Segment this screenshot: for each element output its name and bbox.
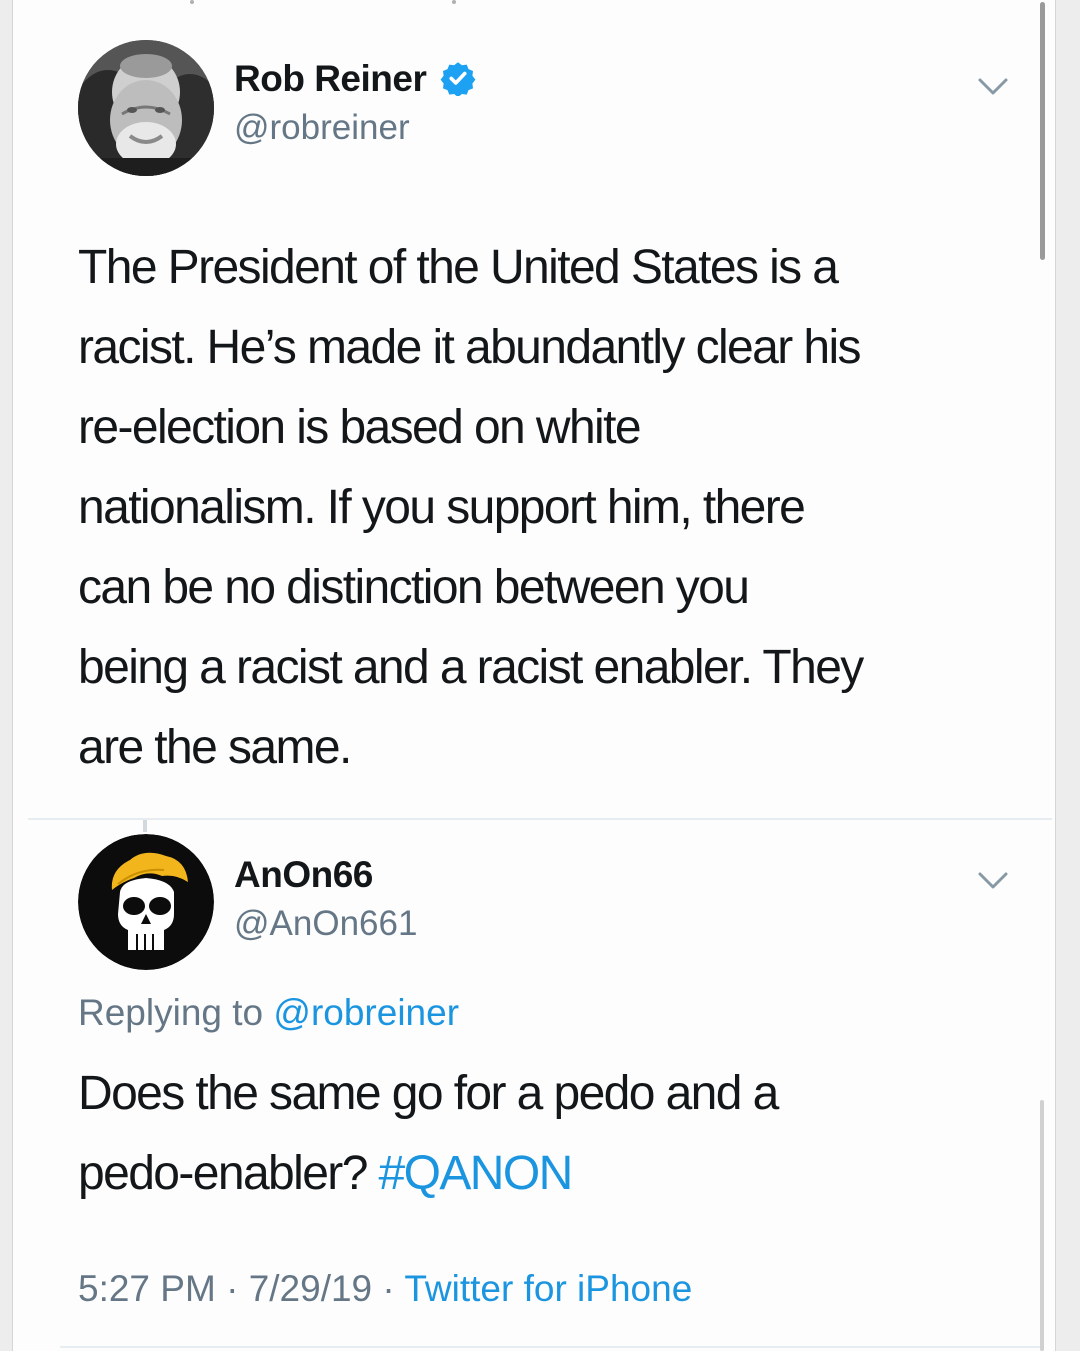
chevron-down-icon[interactable]	[976, 868, 1010, 892]
handle[interactable]: @AnOn661	[234, 904, 417, 944]
verified-badge-icon	[440, 62, 476, 98]
chevron-down-icon[interactable]	[976, 74, 1010, 98]
meta-separator: ·	[372, 1268, 405, 1309]
skull-avatar-image	[78, 834, 214, 970]
meta-separator: ·	[215, 1268, 249, 1309]
replying-to-label: Replying to	[78, 992, 264, 1033]
scrollbar-thumb[interactable]	[1040, 2, 1045, 260]
tweet-text: Does the same go for a pedo and a pedo-e…	[78, 1054, 779, 1214]
hashtag-link[interactable]: #QANON	[379, 1147, 574, 1200]
tweet-reply[interactable]: AnOn66 @AnOn661 Replying to @robreiner D…	[0, 820, 1040, 1351]
tweet-text-line: pedo-enabler? #QANON	[78, 1134, 778, 1214]
display-name[interactable]: AnOn66	[234, 854, 373, 896]
tweet-text: The President of the United States is a …	[78, 228, 864, 788]
display-name[interactable]: Rob Reiner	[234, 58, 476, 100]
tweet-text-line: racist. He’s made it abundantly clear hi…	[78, 321, 862, 374]
tweet-text-line: Does the same go for a pedo and a	[78, 1067, 779, 1120]
bottom-divider	[60, 1346, 1040, 1348]
tweet-text-line: being a racist and a racist enabler. The…	[78, 641, 864, 694]
replying-to: Replying to @robreiner	[78, 992, 459, 1034]
tweet-text-line: re-election is based on white	[78, 401, 642, 454]
tweet-time[interactable]: 5:27 PM	[78, 1268, 216, 1309]
tweet-original[interactable]: Rob Reiner @robreiner The President of t…	[0, 0, 1040, 800]
replying-to-link[interactable]: @robreiner	[273, 992, 459, 1033]
avatar-anon66[interactable]	[78, 834, 214, 970]
handle[interactable]: @robreiner	[234, 108, 410, 148]
display-name-text[interactable]: Rob Reiner	[234, 58, 427, 99]
tweet-date[interactable]: 7/29/19	[249, 1268, 372, 1309]
tweet-text-line: nationalism. If you support him, there	[78, 481, 806, 534]
avatar-rob-reiner[interactable]	[78, 40, 214, 176]
tweet-meta: 5:27 PM · 7/29/19 · Twitter for iPhone	[78, 1268, 692, 1310]
tweet-text-line: The President of the United States is a	[78, 241, 839, 294]
tweet-text-line: are the same.	[78, 721, 352, 774]
scrollbar-track	[1040, 1100, 1044, 1351]
tweet-source-link[interactable]: Twitter for iPhone	[404, 1268, 692, 1309]
tweet-text-fragment: pedo-enabler?	[78, 1147, 379, 1200]
portrait-avatar-image	[78, 40, 214, 176]
tweet-text-line: can be no distinction between you	[78, 561, 750, 614]
